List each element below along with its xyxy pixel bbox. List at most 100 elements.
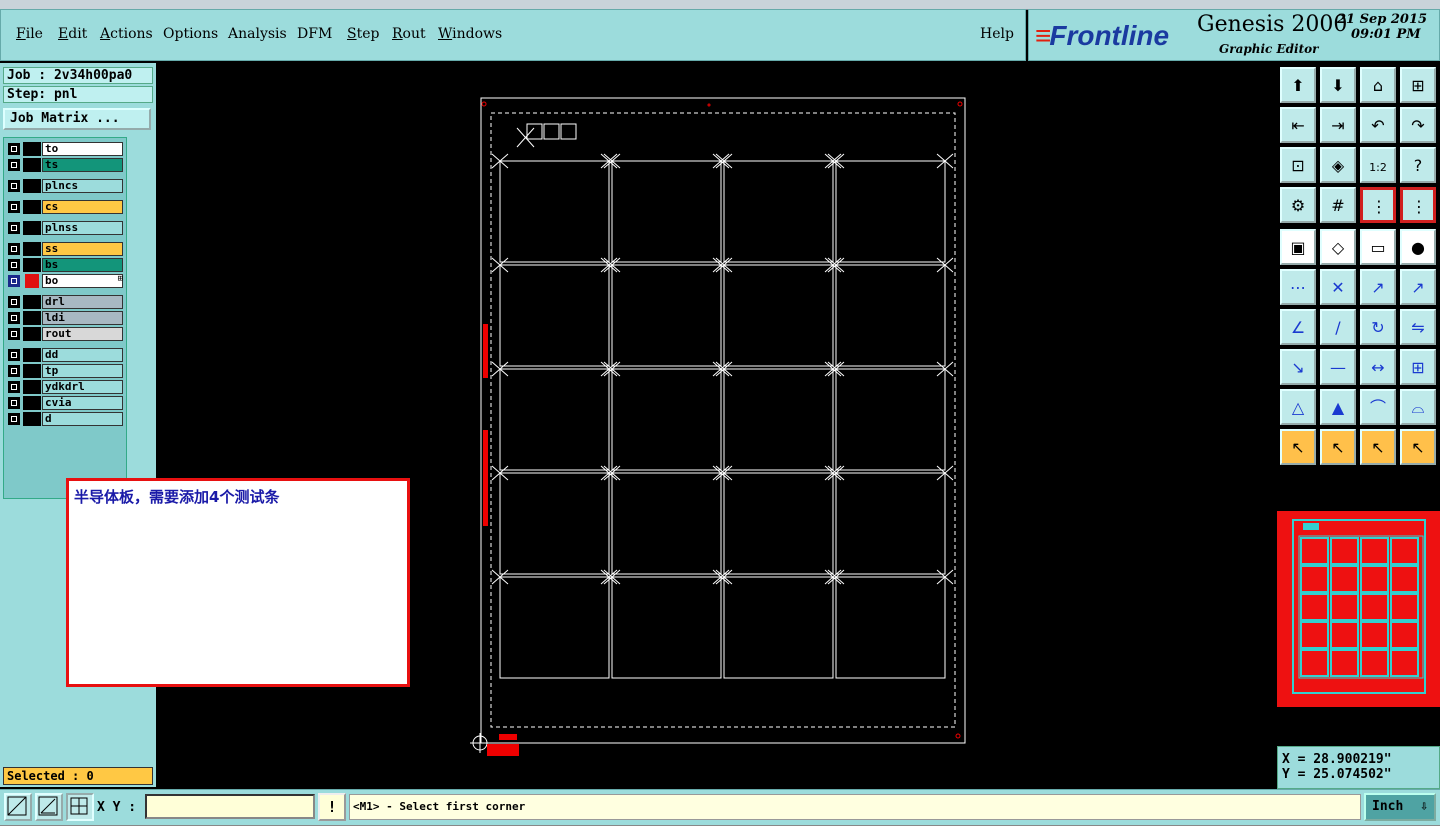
help-button[interactable]: ? <box>1400 147 1436 183</box>
layer-name[interactable]: tp <box>42 364 123 378</box>
layer-color-swatch[interactable] <box>23 179 41 193</box>
layer-name[interactable]: cvia <box>42 396 123 410</box>
layer-row-plncs[interactable]: plncs <box>7 179 125 193</box>
layer-name[interactable]: ss <box>42 242 123 256</box>
layer-traffic-button[interactable]: ⋮ <box>1360 187 1396 223</box>
layer-color-swatch[interactable] <box>23 200 41 214</box>
layer-name[interactable]: cs <box>42 200 123 214</box>
cut-arch-button[interactable]: ⌓ <box>1400 389 1436 425</box>
layer-color-swatch[interactable] <box>23 295 41 309</box>
delete-node-button[interactable]: ✕ <box>1320 269 1356 305</box>
layer-name[interactable]: ydkdrl <box>42 380 123 394</box>
pad-button[interactable]: ▣ <box>1280 229 1316 265</box>
ruler-button[interactable]: ▭ <box>1360 229 1396 265</box>
layer-name[interactable]: plncs <box>42 179 123 193</box>
layer-color-swatch[interactable] <box>23 242 41 256</box>
layer-color-swatch[interactable] <box>23 396 41 410</box>
layer-color-swatch[interactable] <box>23 412 41 426</box>
menu-analysis[interactable]: Analysis <box>228 26 287 42</box>
layer-row-cs[interactable]: cs <box>7 200 125 214</box>
triangle-tool-button[interactable]: △ <box>1280 389 1316 425</box>
layer-checkbox[interactable] <box>8 328 20 340</box>
menu-rout[interactable]: Rout <box>392 26 426 42</box>
layer-color-swatch[interactable] <box>23 311 41 325</box>
tools-button[interactable]: ⚙ <box>1280 187 1316 223</box>
snap-mode-button[interactable] <box>4 793 32 821</box>
select-circle-button[interactable]: ↖ <box>1360 429 1396 465</box>
layer-row-rout[interactable]: rout <box>7 327 125 341</box>
layer-row-d[interactable]: d <box>7 412 125 426</box>
layer-name[interactable]: d <box>42 412 123 426</box>
pan-left-button[interactable]: ⇤ <box>1280 107 1316 143</box>
layer-row-ss[interactable]: ss <box>7 242 125 256</box>
layer-row-tp[interactable]: tp <box>7 364 125 378</box>
layer-name[interactable]: to <box>42 142 123 156</box>
layer-name[interactable]: dd <box>42 348 123 362</box>
menu-help[interactable]: Help <box>980 26 1014 42</box>
layer-checkbox[interactable] <box>8 349 20 361</box>
layer-row-drl[interactable]: drl <box>7 295 125 309</box>
layer-checkbox[interactable] <box>8 222 20 234</box>
grid-mode-button[interactable] <box>66 793 94 821</box>
message-alert-button[interactable]: ! <box>318 793 346 821</box>
fit-profile-button[interactable]: ◈ <box>1320 147 1356 183</box>
layer-name[interactable]: drl <box>42 295 123 309</box>
select-arrow-button[interactable]: ↖ <box>1280 429 1316 465</box>
resize-button[interactable]: ↔ <box>1360 349 1396 385</box>
layer-checkbox[interactable] <box>8 159 20 171</box>
select-box-button[interactable]: ↖ <box>1320 429 1356 465</box>
layer-row-to[interactable]: to <box>7 142 125 156</box>
ratio-button[interactable]: 1:2 <box>1360 147 1396 183</box>
layer-color-swatch[interactable] <box>23 348 41 362</box>
add-node-button[interactable]: ↗ <box>1400 269 1436 305</box>
grid-toggle-button[interactable]: # <box>1320 187 1356 223</box>
layer-row-bo[interactable]: bo ⊞ <box>7 274 125 288</box>
layer-color-swatch[interactable] <box>23 364 41 378</box>
menu-dfm[interactable]: DFM <box>297 26 332 42</box>
pan-right-button[interactable]: ⇥ <box>1320 107 1356 143</box>
move-feature-button[interactable]: ↘ <box>1280 349 1316 385</box>
arch-tool-button[interactable]: ⌒ <box>1360 389 1396 425</box>
angle-mode-button[interactable] <box>35 793 63 821</box>
layer-traffic-alt-button[interactable]: ⋮ <box>1400 187 1436 223</box>
menu-file[interactable]: File <box>16 26 43 42</box>
layer-name[interactable]: bs <box>42 258 123 272</box>
menu-windows[interactable]: Windows <box>438 26 502 42</box>
peak-tool-button[interactable]: ▲ <box>1320 389 1356 425</box>
layer-color-swatch[interactable] <box>23 142 41 156</box>
group-button[interactable]: ⊞ <box>1400 349 1436 385</box>
layer-checkbox[interactable] <box>8 143 20 155</box>
menu-actions[interactable]: Actions <box>100 26 153 42</box>
layer-row-plnss[interactable]: plnss <box>7 221 125 235</box>
layer-checkbox[interactable] <box>8 413 20 425</box>
overview-map[interactable] <box>1277 511 1440 707</box>
layer-name[interactable]: ldi <box>42 311 123 325</box>
line-tool-button[interactable]: / <box>1320 309 1356 345</box>
shape-button[interactable]: ◇ <box>1320 229 1356 265</box>
layer-checkbox[interactable] <box>8 275 20 287</box>
home-view-button[interactable]: ⌂ <box>1360 67 1396 103</box>
xy-input[interactable] <box>145 794 315 819</box>
layer-checkbox[interactable] <box>8 381 20 393</box>
layer-row-cvia[interactable]: cvia <box>7 396 125 410</box>
layer-name[interactable]: bo <box>42 274 123 288</box>
layer-checkbox[interactable] <box>8 259 20 271</box>
menu-step[interactable]: Step <box>347 26 379 42</box>
menu-options[interactable]: Options <box>163 26 218 42</box>
layer-checkbox[interactable] <box>8 201 20 213</box>
layer-checkbox[interactable] <box>8 312 20 324</box>
octagon-pad-button[interactable]: ● <box>1400 229 1436 265</box>
undo-button[interactable]: ↶ <box>1360 107 1396 143</box>
select-path-button[interactable]: ↖ <box>1400 429 1436 465</box>
arc-tool-button[interactable]: ↻ <box>1360 309 1396 345</box>
redo-button[interactable]: ↷ <box>1400 107 1436 143</box>
layer-checkbox[interactable] <box>8 397 20 409</box>
layer-name[interactable]: rout <box>42 327 123 341</box>
layer-color-swatch[interactable] <box>23 258 41 272</box>
layer-color-swatch[interactable] <box>23 380 41 394</box>
menu-edit[interactable]: Edit <box>58 26 87 42</box>
fit-all-button[interactable]: ⊡ <box>1280 147 1316 183</box>
split-view-button[interactable]: ⊞ <box>1400 67 1436 103</box>
layer-checkbox[interactable] <box>8 296 20 308</box>
layer-name[interactable]: plnss <box>42 221 123 235</box>
